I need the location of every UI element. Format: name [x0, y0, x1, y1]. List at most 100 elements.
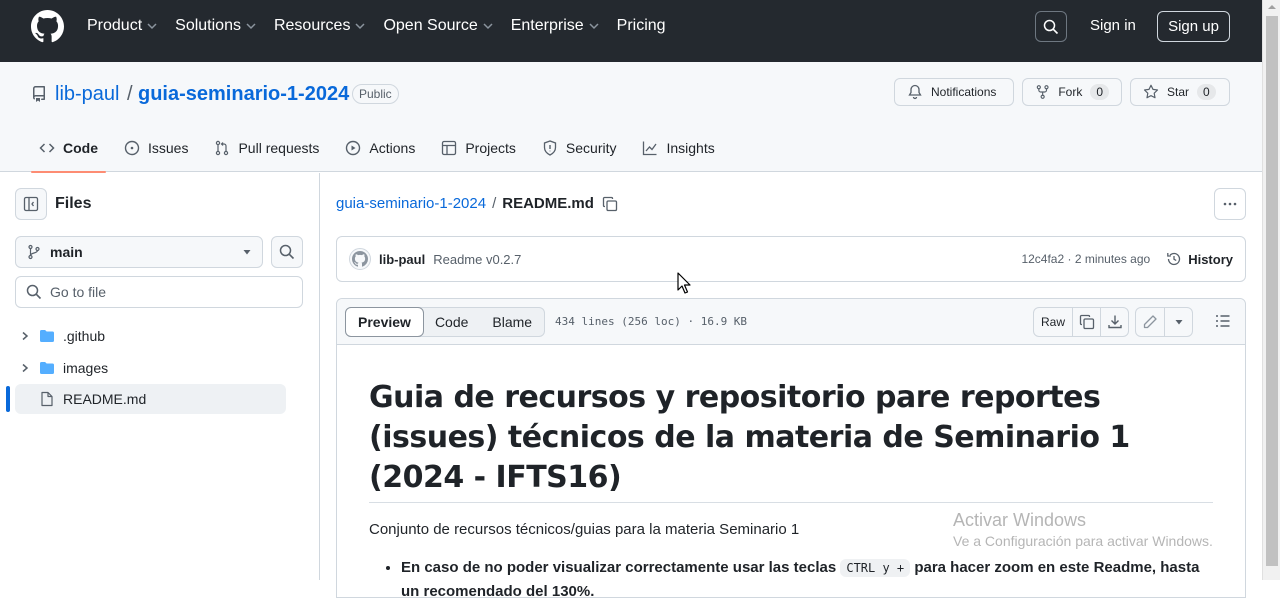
- notifications-button[interactable]: Notifications: [894, 78, 1014, 106]
- file-tree-sidebar: Files main Go to file .github images REA…: [0, 173, 320, 580]
- nav-open-source[interactable]: Open Source: [383, 17, 493, 35]
- repo-icon: [32, 86, 45, 102]
- latest-commit-box: lib-paul Readme v0.2.7 12c4fa2 · 2 minut…: [336, 236, 1246, 282]
- star-count: 0: [1197, 84, 1216, 100]
- nav-resources[interactable]: Resources: [274, 17, 365, 35]
- github-logo-icon: [352, 251, 368, 267]
- file-icon: [41, 391, 53, 407]
- repo-header: lib-paul / guia-seminario-1-2024 Public …: [0, 62, 1262, 173]
- nav-enterprise[interactable]: Enterprise: [511, 17, 599, 35]
- star-button[interactable]: Star 0: [1130, 78, 1230, 106]
- repo-owner-link[interactable]: lib-paul: [55, 83, 119, 106]
- fork-icon: [1036, 85, 1049, 99]
- folder-icon: [40, 330, 54, 342]
- history-button[interactable]: History: [1166, 251, 1233, 267]
- git-branch-icon: [28, 244, 40, 260]
- chevron-down-icon: [483, 23, 493, 30]
- tab-projects[interactable]: Projects: [433, 124, 524, 172]
- download-icon: [1107, 315, 1122, 329]
- tab-code[interactable]: Code: [31, 124, 106, 173]
- file-content-box: Preview Code Blame 434 lines (256 loc) ·…: [336, 298, 1246, 600]
- edit-tools: [1135, 307, 1193, 337]
- bell-icon: [908, 84, 922, 100]
- search-files-button[interactable]: [271, 236, 303, 268]
- tab-blame[interactable]: Blame: [480, 308, 544, 336]
- repo-name-link[interactable]: guia-seminario-1-2024: [138, 83, 349, 106]
- main-nav: Product Solutions Resources Open Source …: [87, 0, 684, 52]
- windows-activation-watermark: Activar Windows Ve a Configuración para …: [953, 510, 1213, 549]
- search-icon: [279, 244, 295, 260]
- scrollbar-thumb[interactable]: [1266, 16, 1278, 566]
- raw-tools: Raw: [1033, 307, 1129, 337]
- file-toolbar: Preview Code Blame 434 lines (256 loc) ·…: [337, 299, 1245, 345]
- commit-message-link[interactable]: Readme v0.2.7: [433, 252, 521, 267]
- go-to-file-input[interactable]: Go to file: [15, 276, 303, 308]
- chevron-down-icon: [246, 23, 256, 30]
- scroll-up-arrow-icon[interactable]: [1267, 2, 1277, 12]
- pencil-icon: [1143, 315, 1157, 329]
- collapse-sidebar-button[interactable]: [15, 188, 47, 220]
- code-icon: [39, 143, 55, 153]
- breadcrumb-repo-link[interactable]: guia-seminario-1-2024: [336, 195, 486, 212]
- readme-heading: Guia de recursos y repositorio pare repo…: [369, 378, 1213, 503]
- edit-button[interactable]: [1136, 308, 1164, 336]
- tab-actions[interactable]: Actions: [337, 124, 423, 172]
- download-button[interactable]: [1100, 308, 1128, 336]
- graph-icon: [643, 141, 658, 156]
- chevron-down-icon: [589, 23, 599, 30]
- file-info: 434 lines (256 loc) · 16.9 KB: [555, 315, 748, 328]
- copy-icon[interactable]: [602, 196, 618, 212]
- fork-button[interactable]: Fork 0: [1022, 78, 1122, 106]
- page-scrollbar[interactable]: [1262, 0, 1280, 580]
- global-search-button[interactable]: [1035, 11, 1067, 42]
- commit-sha-time[interactable]: 12c4fa2 · 2 minutes ago: [1021, 252, 1150, 266]
- search-icon: [26, 284, 42, 300]
- copy-raw-button[interactable]: [1072, 308, 1100, 336]
- caret-down-icon: [1175, 320, 1182, 325]
- play-circle-icon: [346, 140, 361, 156]
- copy-icon: [1079, 314, 1094, 330]
- chevron-down-icon: [147, 23, 157, 30]
- repo-path-separator: /: [127, 83, 133, 105]
- caret-down-icon: [243, 250, 251, 255]
- commit-meta: 12c4fa2 · 2 minutes ago History: [1021, 251, 1233, 267]
- global-header: Product Solutions Resources Open Source …: [0, 0, 1262, 62]
- nav-product[interactable]: Product: [87, 17, 157, 35]
- table-icon: [442, 140, 457, 156]
- fork-count: 0: [1090, 84, 1109, 100]
- github-logo-icon[interactable]: [31, 10, 64, 43]
- edit-dropdown-button[interactable]: [1164, 308, 1192, 336]
- avatar[interactable]: [349, 248, 371, 270]
- sign-up-button[interactable]: Sign up: [1157, 11, 1230, 42]
- readme-list: En caso de no poder visualizar correctam…: [369, 556, 1213, 604]
- breadcrumb-file: README.md: [502, 195, 594, 212]
- breadcrumb: guia-seminario-1-2024 / README.md: [336, 195, 618, 212]
- repo-tabs: Code Issues Pull requests Actions Projec…: [31, 124, 733, 173]
- chevron-right-icon: [22, 363, 29, 373]
- kebab-horizontal-icon: [1223, 202, 1237, 206]
- tree-item-github[interactable]: .github: [15, 321, 286, 351]
- sign-in-link[interactable]: Sign in: [1090, 17, 1136, 34]
- tab-pull-requests[interactable]: Pull requests: [206, 124, 327, 172]
- visibility-badge: Public: [352, 84, 399, 104]
- nav-solutions[interactable]: Solutions: [175, 17, 256, 35]
- raw-button[interactable]: Raw: [1034, 308, 1072, 336]
- tab-insights[interactable]: Insights: [634, 124, 722, 172]
- branch-selector[interactable]: main: [15, 236, 263, 268]
- tab-preview[interactable]: Preview: [345, 307, 424, 337]
- tab-issues[interactable]: Issues: [116, 124, 196, 172]
- tab-security[interactable]: Security: [534, 124, 625, 172]
- commit-author-link[interactable]: lib-paul: [379, 252, 425, 267]
- list-unordered-icon[interactable]: [1215, 313, 1231, 329]
- mouse-cursor-icon: [677, 272, 691, 294]
- pull-request-icon: [216, 140, 229, 156]
- shield-icon: [543, 140, 557, 156]
- more-options-button[interactable]: [1214, 188, 1246, 220]
- nav-pricing[interactable]: Pricing: [617, 17, 666, 35]
- tree-item-images[interactable]: images: [15, 353, 286, 383]
- tree-item-readme[interactable]: README.md: [15, 384, 286, 414]
- search-icon: [1043, 19, 1059, 34]
- list-item: En caso de no poder visualizar correctam…: [401, 556, 1213, 604]
- star-icon: [1143, 84, 1159, 99]
- tab-code-view[interactable]: Code: [423, 308, 480, 336]
